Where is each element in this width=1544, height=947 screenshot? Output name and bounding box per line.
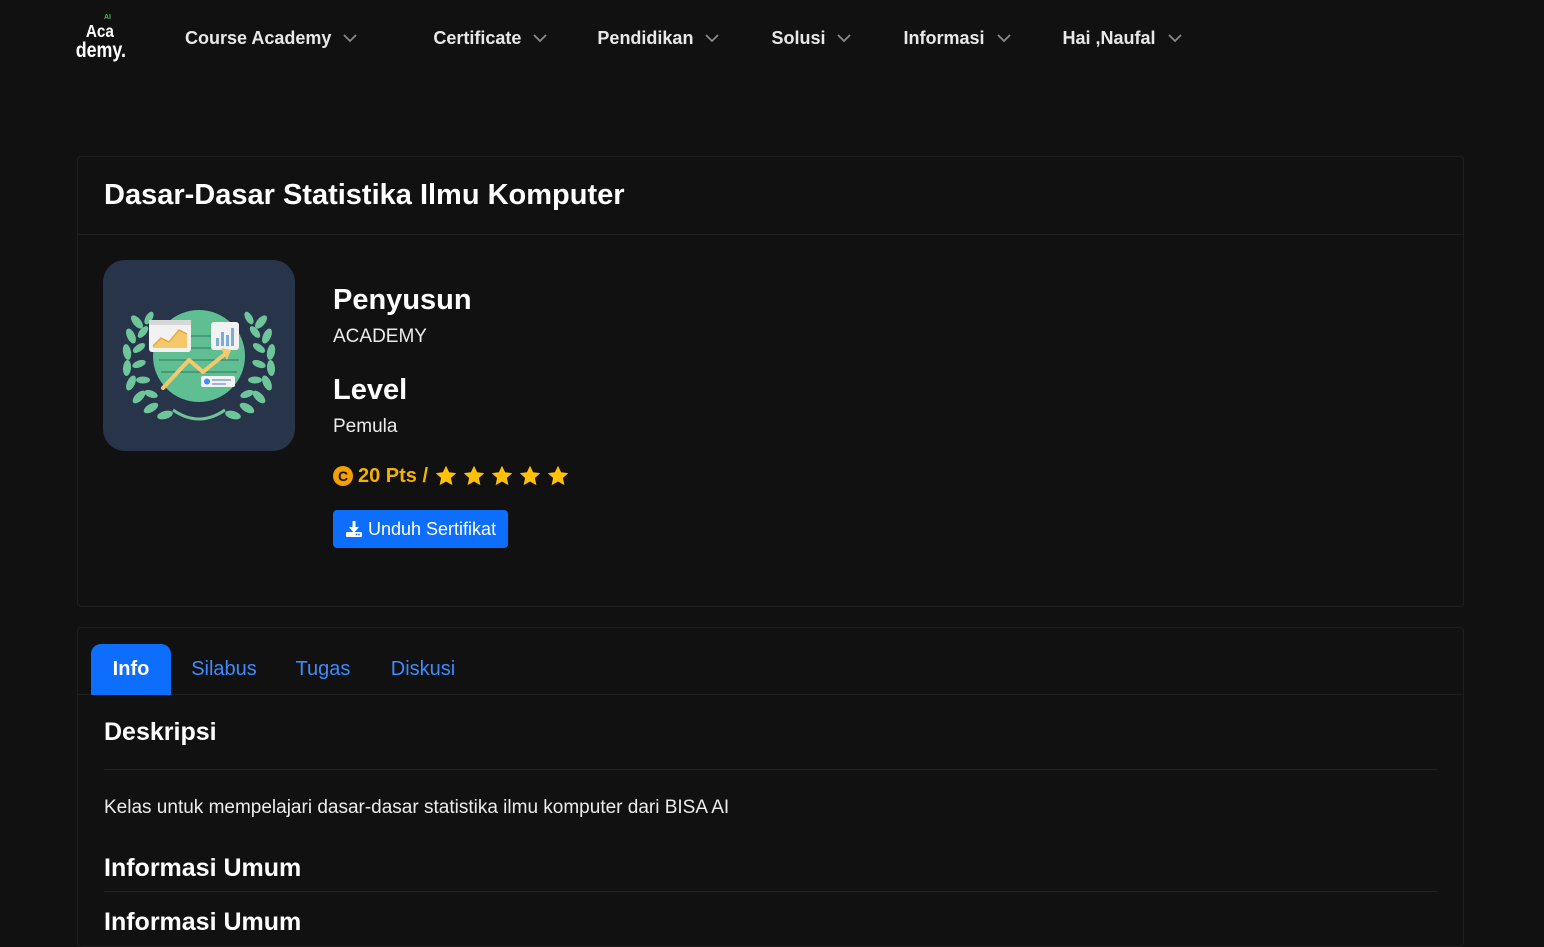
tab-info[interactable]: Info — [91, 644, 171, 695]
nav-user-label: Hai ,Naufal — [1062, 27, 1156, 48]
download-certificate-label: Unduh Sertifikat — [368, 518, 497, 539]
course-tabs: Info Silabus Tugas Diskusi — [78, 628, 1463, 695]
info-section: Deskripsi Kelas untuk mempelajari dasar-… — [78, 695, 1463, 937]
statistics-badge-icon — [122, 310, 276, 421]
nav-menu: Course Academy Certificate Pendidikan So… — [185, 0, 1184, 76]
nav-course-academy-label: Course Academy — [185, 27, 332, 48]
nav-informasi[interactable]: Informasi — [903, 28, 1012, 49]
general-info-subheading: Informasi Umum — [104, 908, 302, 936]
star-icon — [491, 465, 513, 486]
star-icon — [463, 465, 485, 486]
author-heading: Penyusun — [333, 284, 472, 316]
level-value: Pemula — [333, 416, 398, 437]
description-heading: Deskripsi — [104, 695, 1437, 770]
tab-tugas[interactable]: Tugas — [283, 644, 363, 695]
nav-solusi[interactable]: Solusi — [771, 28, 853, 49]
author-value: ACADEMY — [333, 326, 427, 347]
chevron-down-icon — [533, 34, 548, 43]
points-value: 20 Pts / — [358, 464, 429, 487]
tab-diskusi[interactable]: Diskusi — [381, 644, 465, 695]
nav-informasi-label: Informasi — [903, 27, 985, 48]
chevron-down-icon — [837, 34, 852, 43]
star-rating — [434, 464, 574, 488]
tab-silabus[interactable]: Silabus — [183, 644, 265, 695]
course-tabs-card: Info Silabus Tugas Diskusi Deskripsi Kel… — [77, 627, 1464, 947]
star-icon — [547, 465, 569, 486]
points-rating: C 20 Pts / — [333, 464, 574, 488]
nav-user-menu[interactable]: Hai ,Naufal — [1063, 28, 1184, 49]
download-icon — [346, 521, 362, 537]
star-icon — [435, 465, 457, 486]
course-card: Dasar-Dasar Statistika Ilmu Komputer Pen… — [77, 156, 1464, 607]
nav-certificate-label: Certificate — [433, 27, 522, 48]
coin-icon: C — [333, 466, 353, 486]
logo-text-bottom: demy. — [76, 39, 126, 63]
course-info: Penyusun ACADEMY Level Pemula C 20 Pts /… — [333, 282, 574, 548]
general-info-heading: Informasi Umum — [104, 846, 1437, 892]
nav-certificate[interactable]: Certificate — [433, 28, 549, 49]
level-heading: Level — [333, 374, 408, 406]
nav-pendidikan-label: Pendidikan — [597, 27, 694, 48]
chevron-down-icon — [1167, 34, 1182, 43]
chevron-down-icon — [705, 34, 720, 43]
course-card-header: Dasar-Dasar Statistika Ilmu Komputer — [78, 157, 1463, 235]
star-icon — [519, 465, 541, 486]
nav-course-academy[interactable]: Course Academy — [185, 28, 359, 49]
chevron-down-icon — [343, 34, 358, 43]
course-title: Dasar-Dasar Statistika Ilmu Komputer — [104, 179, 625, 211]
nav-pendidikan[interactable]: Pendidikan — [597, 28, 721, 49]
course-thumbnail — [103, 260, 295, 451]
download-certificate-button[interactable]: Unduh Sertifikat — [333, 510, 509, 548]
description-text: Kelas untuk mempelajari dasar-dasar stat… — [104, 797, 730, 818]
academy-logo[interactable]: AI Aca demy. — [74, 10, 130, 66]
chevron-down-icon — [996, 34, 1011, 43]
top-navbar: AI Aca demy. Course Academy Certificate … — [0, 0, 1544, 76]
nav-solusi-label: Solusi — [771, 27, 826, 48]
